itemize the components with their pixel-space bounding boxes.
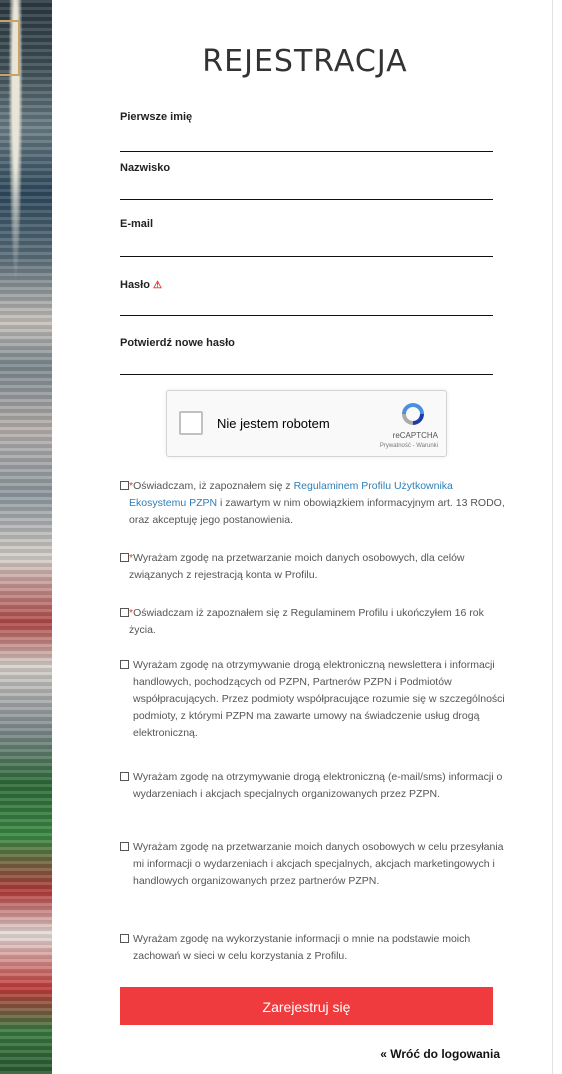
- consent-terms-checkbox[interactable]: [120, 481, 129, 490]
- consent-newsletter-text: Wyrażam zgodę na otrzymywanie drogą elek…: [133, 659, 505, 739]
- consent-events-checkbox[interactable]: [120, 772, 129, 781]
- recaptcha-widget: Nie jestem robotem reCAPTCHA Prywatność …: [166, 390, 447, 457]
- consent-data-processing-text: *Wyrażam zgodę na przetwarzanie moich da…: [129, 550, 505, 584]
- email-field: E-mail: [120, 218, 493, 257]
- first-name-label: Pierwsze imię: [120, 111, 193, 123]
- password-label: Hasło: [120, 279, 150, 291]
- confirm-password-label: Potwierdź nowe hasło: [120, 337, 235, 349]
- consent-terms: *Oświadczam, iż zapoznałem się z Regulam…: [120, 478, 505, 529]
- back-to-login-link[interactable]: « Wróć do logowania: [380, 1047, 500, 1061]
- confirm-password-field: Potwierdź nowe hasło: [120, 337, 493, 375]
- first-name-field: Pierwsze imię: [120, 111, 493, 152]
- consent-newsletter-checkbox[interactable]: [120, 660, 129, 669]
- consent-data-processing-checkbox[interactable]: [120, 553, 129, 562]
- consent-data-processing-label: Wyrażam zgodę na przetwarzanie moich dan…: [129, 552, 465, 581]
- register-button[interactable]: Zarejestruj się: [120, 987, 493, 1025]
- password-label-row: Hasło ⚠: [120, 279, 493, 293]
- consent-events-text: Wyrażam zgodę na otrzymywanie drogą elek…: [133, 771, 503, 800]
- first-name-input[interactable]: [120, 125, 493, 152]
- consent-profiling-text: Wyrażam zgodę na wykorzystanie informacj…: [133, 933, 471, 962]
- password-input[interactable]: [120, 293, 493, 316]
- consent-partners-text: Wyrażam zgodę na przetwarzanie moich dan…: [133, 841, 504, 887]
- consent-age-text: *Oświadczam iż zapoznałem się z Regulami…: [129, 605, 505, 639]
- recaptcha-label: Nie jestem robotem: [217, 416, 330, 431]
- email-input[interactable]: [120, 232, 493, 257]
- consent-age: *Oświadczam iż zapoznałem się z Regulami…: [120, 605, 505, 639]
- consent-profiling-checkbox[interactable]: [120, 934, 129, 943]
- consent-terms-text: *Oświadczam, iż zapoznałem się z Regulam…: [129, 478, 505, 529]
- last-name-input[interactable]: [120, 176, 493, 200]
- recaptcha-links[interactable]: Prywatność - Warunki: [380, 443, 438, 449]
- consent-events: Wyrażam zgodę na otrzymywanie drogą elek…: [120, 769, 505, 803]
- right-divider: [552, 0, 553, 1074]
- consent-partners-checkbox[interactable]: [120, 842, 129, 851]
- stadium-background-image: [0, 0, 52, 1074]
- last-name-field: Nazwisko: [120, 162, 493, 200]
- consent-data-processing: *Wyrażam zgodę na przetwarzanie moich da…: [120, 550, 505, 584]
- email-label: E-mail: [120, 218, 154, 230]
- page-title: REJESTRACJA: [202, 44, 408, 79]
- consent-newsletter: Wyrażam zgodę na otrzymywanie drogą elek…: [120, 657, 505, 742]
- password-field: Hasło ⚠: [120, 279, 493, 316]
- consent-age-label: Oświadczam iż zapoznałem się z Regulamin…: [129, 607, 484, 636]
- last-name-label: Nazwisko: [120, 162, 171, 174]
- recaptcha-checkbox[interactable]: [179, 411, 203, 435]
- consent-profiling: Wyrażam zgodę na wykorzystanie informacj…: [120, 931, 505, 965]
- confirm-password-input[interactable]: [120, 351, 493, 375]
- warning-icon: ⚠: [152, 280, 162, 291]
- recaptcha-icon: [402, 403, 424, 425]
- consent-age-checkbox[interactable]: [120, 608, 129, 617]
- consent-terms-pre: Oświadczam, iż zapoznałem się z: [133, 480, 294, 492]
- consent-partners: Wyrażam zgodę na przetwarzanie moich dan…: [120, 839, 505, 890]
- recaptcha-brand: reCAPTCHA: [392, 431, 438, 440]
